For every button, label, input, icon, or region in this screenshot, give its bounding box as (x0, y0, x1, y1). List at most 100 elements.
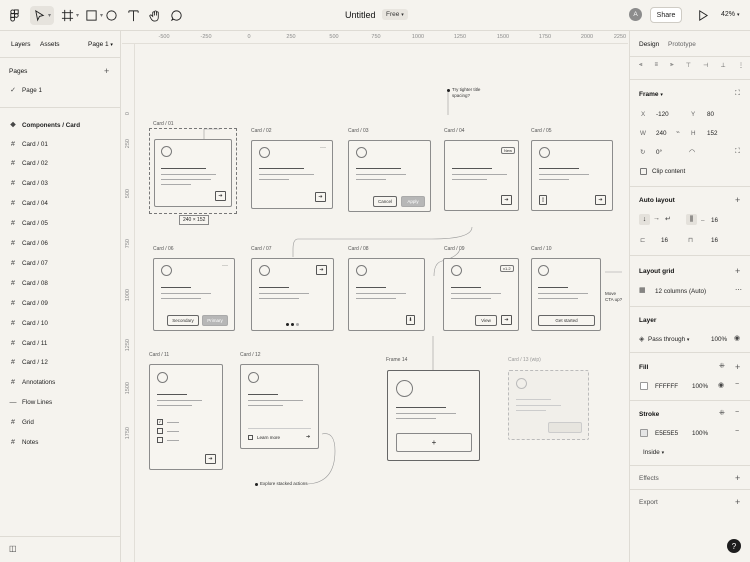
ellipse-tool-icon[interactable] (104, 6, 118, 25)
design-canvas[interactable]: -500 -250 0 250 500 750 1000 1250 1500 1750 2000 22… (122, 31, 628, 562)
align-center-v-icon[interactable]: ⊣ (703, 62, 708, 70)
styles-icon[interactable]: ⁜ (719, 409, 725, 417)
add-effect-icon[interactable]: + (735, 473, 740, 483)
direction-horizontal-icon[interactable]: → (653, 215, 660, 222)
stroke-opacity-input[interactable]: 100% (692, 430, 708, 437)
card-13-wip[interactable] (508, 370, 589, 440)
align-bottom-icon[interactable]: ⊥ (721, 62, 726, 70)
card-06[interactable]: ··· Secondary Primary (153, 258, 235, 331)
h-input[interactable]: 152 (707, 130, 718, 137)
layer-item[interactable]: # Card / 07 (0, 256, 121, 270)
layer-item[interactable]: # Grid (0, 416, 121, 430)
distribute-icon[interactable]: ⋮ (738, 62, 744, 70)
remove-fill-icon[interactable]: − (735, 381, 739, 388)
grid-icon[interactable]: ▦ (639, 286, 646, 294)
card-10[interactable]: Get started (531, 258, 601, 331)
move-tool-button[interactable]: ▾ (30, 6, 54, 25)
add-export-icon[interactable]: + (735, 497, 740, 507)
layer-item[interactable]: # Card / 01 (0, 137, 121, 151)
layer-item[interactable]: # Card / 03 (0, 177, 121, 191)
add-auto-layout-icon[interactable]: + (735, 195, 740, 205)
file-title[interactable]: Untitled (345, 10, 376, 20)
padding-horizontal-input[interactable]: 16 (661, 237, 668, 244)
grid-value[interactable]: 12 columns (Auto) (655, 288, 706, 295)
fill-opacity-input[interactable]: 100% (692, 383, 708, 390)
avatar[interactable]: A (629, 8, 642, 21)
stroke-swatch[interactable] (640, 429, 648, 437)
blend-mode-select[interactable]: Pass through ▾ (648, 336, 689, 343)
eye-icon[interactable]: ◉ (718, 381, 724, 389)
remove-stroke-icon[interactable]: − (735, 409, 739, 416)
tab-design[interactable]: Design (639, 41, 659, 48)
layer-item[interactable]: # Annotations (0, 376, 121, 390)
layer-item[interactable]: # Card / 09 (0, 296, 121, 310)
comment-tool-icon[interactable] (169, 6, 183, 25)
card-12[interactable]: Learn more ➔ (240, 364, 319, 449)
wrap-icon[interactable]: ↵ (665, 215, 671, 223)
card-04[interactable]: New ➔ (444, 140, 519, 211)
layer-item[interactable]: # Card / 12 (0, 356, 121, 370)
direction-vertical-icon[interactable]: ↓ (639, 214, 650, 225)
add-page-icon[interactable]: + (104, 66, 109, 76)
corner-radius-icon[interactable]: ◠ (689, 148, 695, 156)
link-dimensions-icon[interactable]: ⌁ (676, 129, 680, 136)
layer-item[interactable]: # Card / 08 (0, 276, 121, 290)
stroke-position-select[interactable]: Inside ▾ (643, 449, 664, 456)
card-02[interactable]: ··· ➔ (251, 140, 333, 209)
more-icon[interactable]: ⋯ (735, 286, 742, 294)
layer-item[interactable]: # Notes (0, 436, 121, 450)
text-tool-icon[interactable] (126, 6, 140, 25)
styles-icon[interactable]: ⁜ (719, 362, 725, 370)
layer-item[interactable]: # Card / 06 (0, 237, 121, 251)
page-select[interactable]: Page 1 ▾ (88, 41, 113, 48)
card-05[interactable]: ▯ ➔ (531, 140, 613, 211)
stroke-hex-input[interactable]: E5E5E5 (655, 430, 678, 437)
gap-input[interactable]: 16 (711, 217, 718, 224)
layer-item[interactable]: # Card / 05 (0, 217, 121, 231)
zoom-level[interactable]: 42% ▾ (721, 11, 739, 18)
clip-content-checkbox[interactable] (640, 168, 647, 175)
sidebar-toggle-icon[interactable]: ◫ (9, 544, 17, 553)
plan-badge[interactable]: Free ▾ (382, 9, 408, 20)
card-11[interactable]: ✓ ➔ (149, 364, 223, 470)
layer-item[interactable]: # Card / 11 (0, 336, 121, 350)
page-item-current[interactable]: ✓ Page 1 (0, 83, 121, 97)
layer-item[interactable]: — Flow Lines (0, 396, 121, 410)
resize-icon[interactable]: ⛶ (735, 90, 740, 98)
fill-hex-input[interactable]: FFFFFF (655, 383, 678, 390)
tab-assets[interactable]: Assets (40, 41, 60, 48)
tab-layers[interactable]: Layers (11, 41, 31, 48)
tab-prototype[interactable]: Prototype (668, 41, 696, 48)
card-01[interactable]: ➔ (154, 139, 232, 207)
independent-corners-icon[interactable]: ⛶ (735, 148, 740, 156)
y-input[interactable]: 80 (707, 111, 714, 118)
w-input[interactable]: 240 (656, 130, 667, 137)
layer-item[interactable]: # Card / 02 (0, 157, 121, 171)
align-center-h-icon[interactable]: ≡ (655, 62, 659, 70)
card-07[interactable]: ➔ (251, 258, 334, 331)
fill-swatch[interactable] (640, 382, 648, 390)
remove-stroke-item-icon[interactable]: − (735, 428, 739, 435)
frame-tool-button[interactable]: ▾ (58, 6, 82, 25)
layer-item[interactable]: # Card / 10 (0, 316, 121, 330)
gap-icon[interactable]: ⫼ (686, 214, 697, 225)
add-layout-grid-icon[interactable]: + (735, 266, 740, 276)
shape-tool-button[interactable]: ▾ (83, 6, 105, 25)
hand-tool-icon[interactable] (148, 6, 162, 25)
x-input[interactable]: -120 (656, 111, 669, 118)
share-button[interactable]: Share (650, 7, 682, 23)
layer-section-components-card[interactable]: ❖ Components / Card (0, 118, 121, 132)
frame-14[interactable]: + (387, 370, 480, 461)
card-09[interactable]: v1.2 View ➔ (443, 258, 519, 331)
help-button[interactable]: ? (727, 539, 741, 553)
align-right-icon[interactable]: ⫸ (670, 62, 673, 70)
layer-opacity-input[interactable]: 100% (711, 336, 727, 343)
eye-icon[interactable]: ◉ (734, 334, 740, 342)
add-fill-icon[interactable]: + (735, 362, 740, 372)
card-08[interactable]: ⬇ (348, 258, 425, 331)
align-top-icon[interactable]: ⊤ (686, 62, 691, 70)
layer-item[interactable]: # Card / 04 (0, 197, 121, 211)
rotation-input[interactable]: 0° (656, 149, 662, 156)
frame-header[interactable]: Frame ▾ (639, 91, 663, 98)
align-left-icon[interactable]: ⫷ (639, 62, 642, 70)
